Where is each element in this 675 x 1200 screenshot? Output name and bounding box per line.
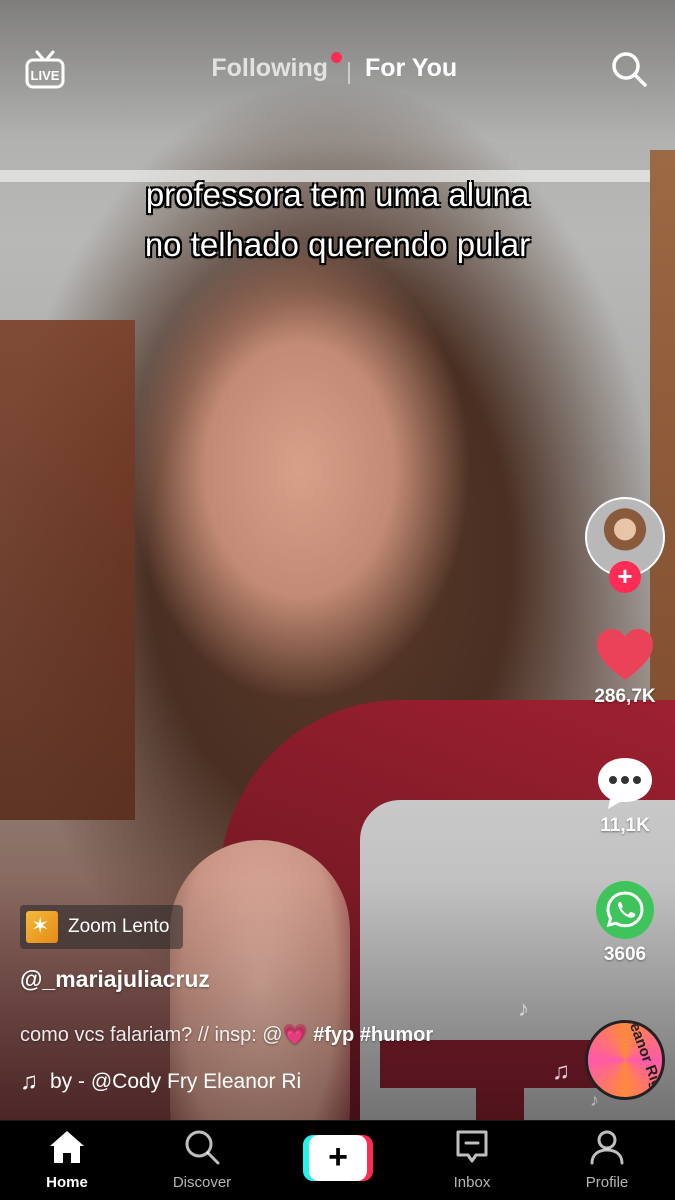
share-button[interactable]: 3606 (580, 880, 670, 966)
video-caption-line: professora tem uma aluna (145, 176, 530, 213)
inbox-icon (456, 1130, 488, 1163)
music-disc[interactable]: Eleanor Rigby (585, 1020, 665, 1100)
music-note-icon: ♫ (552, 1058, 570, 1085)
heart-icon (597, 629, 653, 680)
video-caption-line: no telhado querendo pular (144, 226, 531, 263)
whatsapp-icon (596, 881, 654, 939)
creator-username[interactable]: @_mariajuliacruz (20, 966, 210, 993)
video-caption: professora tem uma aluna no telhado quer… (40, 170, 635, 270)
comment-count: 11,1K (600, 815, 650, 836)
comment-icon (598, 758, 652, 809)
nav-label: Inbox (453, 1174, 491, 1191)
top-bar: LIVE Following For You (0, 40, 675, 100)
nav-discover[interactable]: Discover (147, 1129, 257, 1191)
description-text: como vcs falariam? // insp: @ (20, 1024, 283, 1046)
tab-for-you[interactable]: For You (365, 54, 457, 83)
hashtag-link[interactable]: #humor (360, 1024, 433, 1046)
home-icon (50, 1131, 84, 1163)
music-title: by - @Cody Fry Eleanor Ri (50, 1070, 302, 1093)
music-note-icon: ♫ (20, 1068, 38, 1095)
effect-chip[interactable]: Zoom Lento (20, 905, 184, 949)
create-button[interactable]: + (303, 1135, 373, 1181)
effect-label: Zoom Lento (68, 916, 170, 937)
post-description: como vcs falariam? // insp: @💗 #fyp #hum… (20, 1022, 433, 1047)
hashtag-link[interactable]: #fyp (313, 1024, 354, 1046)
nav-label: Home (46, 1174, 88, 1191)
share-count: 3606 (603, 944, 647, 965)
notification-dot (331, 52, 342, 63)
tab-following[interactable]: Following (211, 54, 328, 83)
music-note-icon: ♪ (518, 996, 529, 1021)
music-note-icon: ♪ (590, 1090, 599, 1110)
nav-label: Discover (172, 1174, 232, 1191)
comment-button[interactable]: 11,1K (580, 755, 670, 837)
tab-divider (348, 62, 350, 84)
search-icon[interactable] (610, 50, 648, 88)
search-icon (185, 1130, 220, 1165)
nav-home[interactable]: Home (12, 1129, 122, 1191)
live-label: LIVE (31, 68, 60, 83)
heart-emoji: 💗 (282, 1024, 308, 1046)
nav-inbox[interactable]: Inbox (417, 1129, 527, 1191)
creator-avatar-group: + (585, 497, 665, 593)
music-info[interactable]: ♫ by - @Cody Fry Eleanor Ri (20, 1068, 350, 1096)
like-button[interactable]: 286,7K (580, 628, 670, 708)
sparkle-icon (26, 911, 58, 943)
video-background-detail (0, 320, 135, 820)
profile-icon (590, 1130, 624, 1165)
follow-button[interactable]: + (609, 561, 641, 593)
bottom-nav: Home Discover + Inbox Profile (0, 1120, 675, 1200)
like-count: 286,7K (594, 686, 656, 707)
nav-profile[interactable]: Profile (552, 1129, 662, 1191)
live-icon[interactable]: LIVE (24, 50, 66, 90)
nav-label: Profile (585, 1174, 629, 1191)
plus-icon: + (309, 1135, 367, 1181)
